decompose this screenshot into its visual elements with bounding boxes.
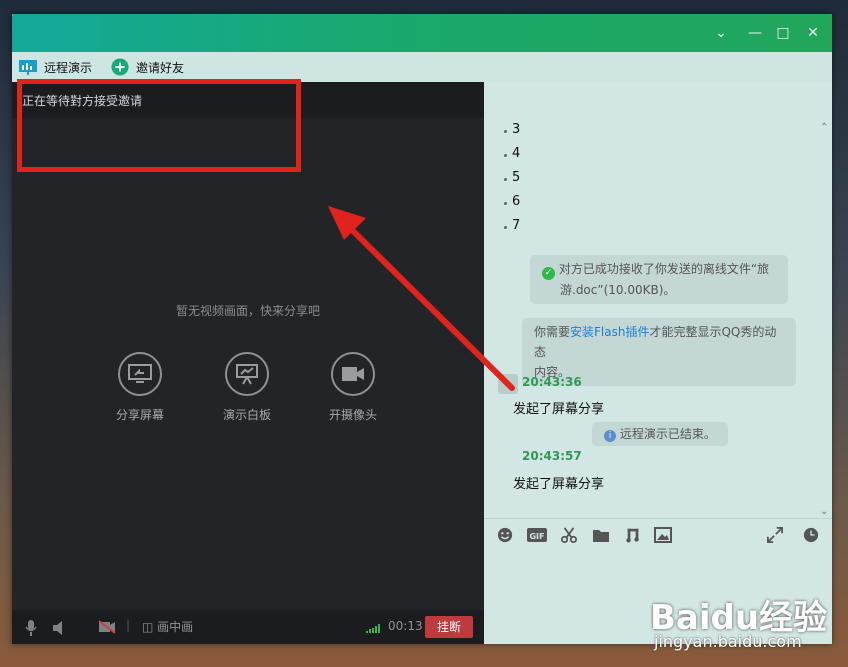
annotation-arrow (328, 206, 515, 391)
watermark-url: jingyan.baidu.com (654, 632, 802, 651)
